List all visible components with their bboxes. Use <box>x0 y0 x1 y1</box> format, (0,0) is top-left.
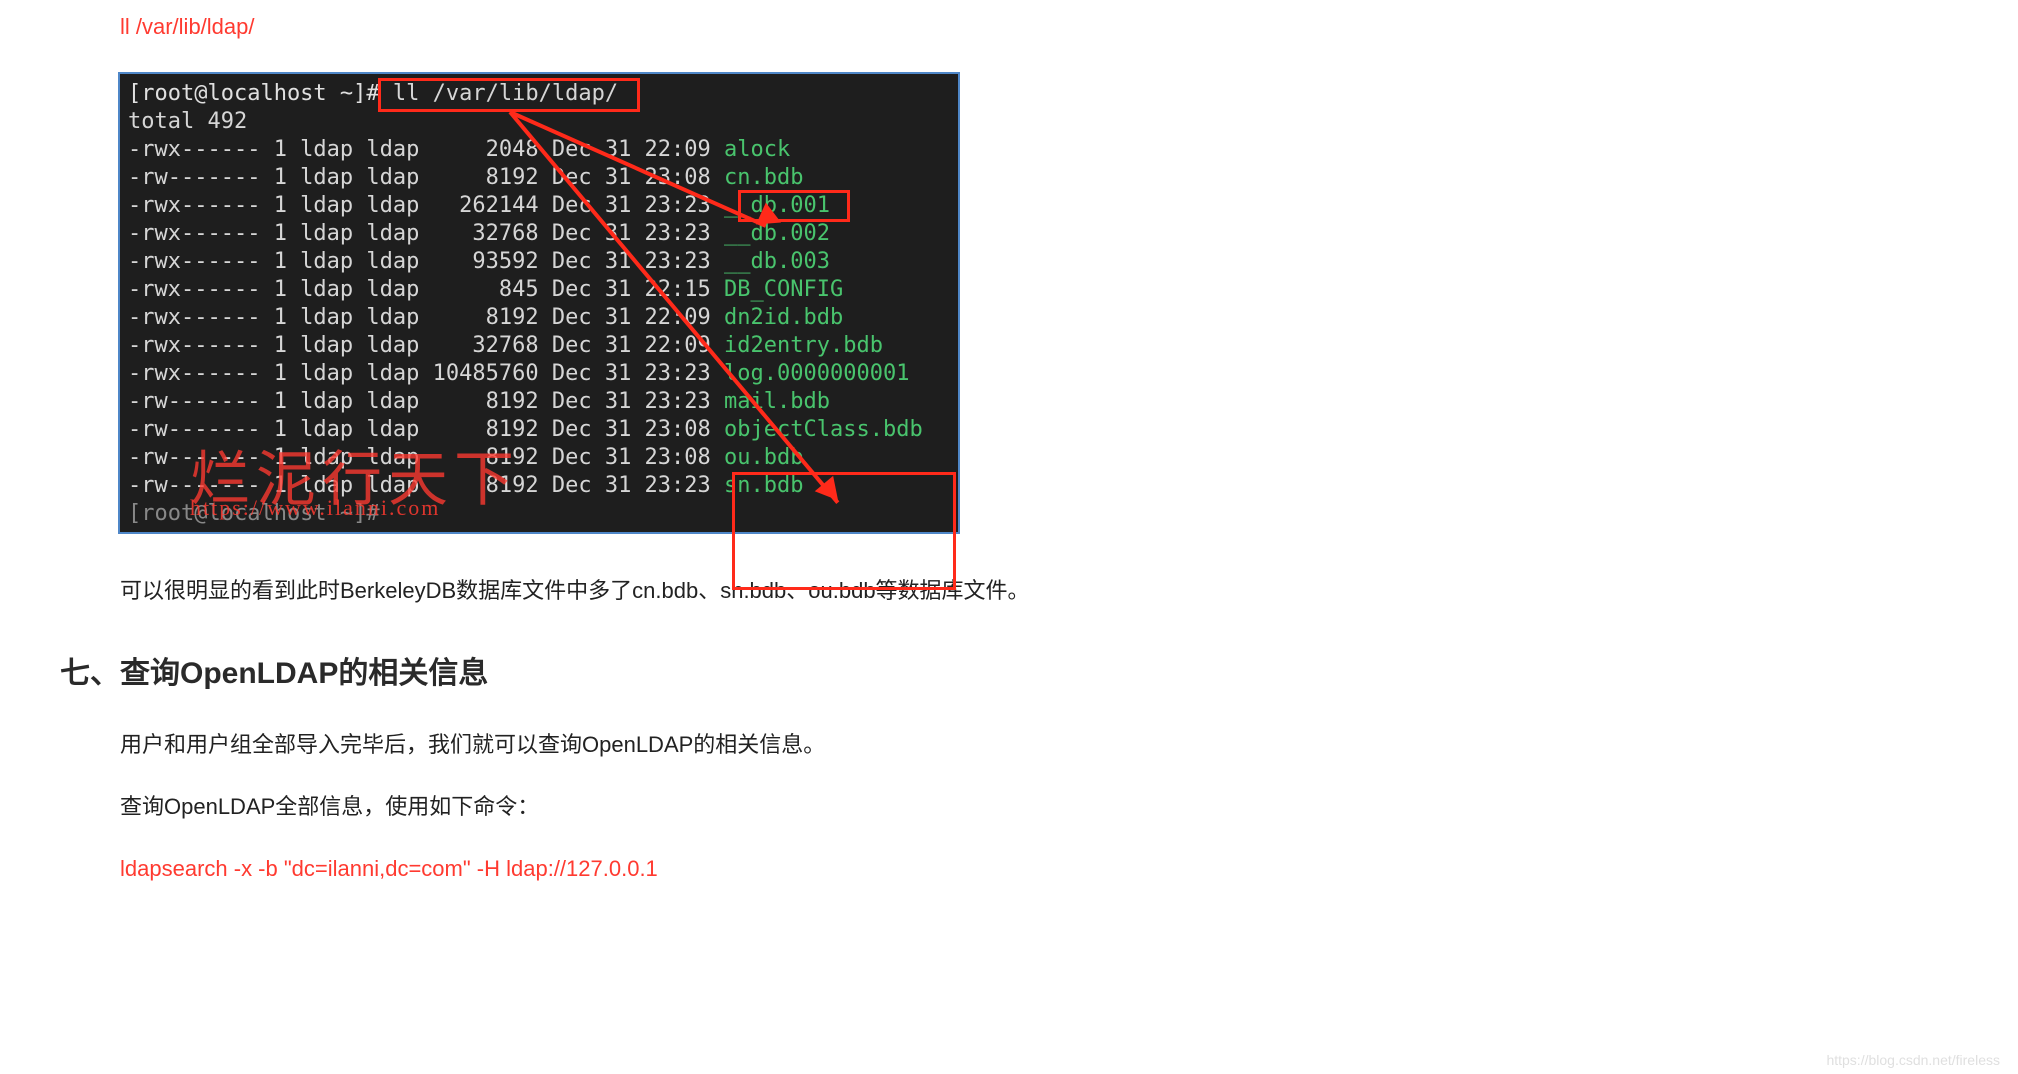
row-filename: ou.bdb <box>724 445 803 470</box>
terminal-prompt-line: [root@localhost ~]# ll /var/lib/ldap/ <box>128 80 950 108</box>
terminal-row: -rwx------ 1 ldap ldap 10485760 Dec 31 2… <box>128 360 950 388</box>
terminal-row: -rwx------ 1 ldap ldap 845 Dec 31 22:15 … <box>128 276 950 304</box>
terminal-row: -rw------- 1 ldap ldap 8192 Dec 31 23:08… <box>128 416 950 444</box>
row-meta: -rwx------ 1 ldap ldap 262144 Dec 31 23:… <box>128 193 724 218</box>
command-text-2: ldapsearch -x -b "dc=ilanni,dc=com" -H l… <box>120 852 2018 886</box>
terminal-prompt: [root@localhost ~]# <box>128 81 393 106</box>
paragraph-bdb-explain: 可以很明显的看到此时BerkeleyDB数据库文件中多了cn.bdb、sn.bd… <box>120 574 2018 608</box>
terminal-row: -rwx------ 1 ldap ldap 8192 Dec 31 22:09… <box>128 304 950 332</box>
row-filename: __db.003 <box>724 249 830 274</box>
row-filename: alock <box>724 137 790 162</box>
command-text-1: ll /var/lib/ldap/ <box>120 10 2018 44</box>
row-meta: -rwx------ 1 ldap ldap 8192 Dec 31 22:09 <box>128 305 724 330</box>
terminal-row: -rwx------ 1 ldap ldap 32768 Dec 31 23:2… <box>128 220 950 248</box>
row-meta: -rw------- 1 ldap ldap 8192 Dec 31 23:08 <box>128 165 724 190</box>
row-meta: -rwx------ 1 ldap ldap 10485760 Dec 31 2… <box>128 361 724 386</box>
row-filename: id2entry.bdb <box>724 333 883 358</box>
row-meta: -rw------- 1 ldap ldap 8192 Dec 31 23:23 <box>128 389 724 414</box>
row-meta: -rwx------ 1 ldap ldap 93592 Dec 31 23:2… <box>128 249 724 274</box>
terminal-cmd: ll /var/lib/ldap/ <box>393 81 618 106</box>
terminal-total-line: total 492 <box>128 108 950 136</box>
row-filename: objectClass.bdb <box>724 417 923 442</box>
row-filename: dn2id.bdb <box>724 305 843 330</box>
terminal-row: -rwx------ 1 ldap ldap 262144 Dec 31 23:… <box>128 192 950 220</box>
row-filename: DB_CONFIG <box>724 277 843 302</box>
row-filename: sn.bdb <box>724 473 803 498</box>
row-filename: log.0000000001 <box>724 361 909 386</box>
row-filename: cn.bdb <box>724 165 803 190</box>
watermark-url: https://www.ilanni.com <box>190 494 520 522</box>
terminal-row: -rw------- 1 ldap ldap 8192 Dec 31 23:08… <box>128 164 950 192</box>
terminal-row: -rwx------ 1 ldap ldap 32768 Dec 31 22:0… <box>128 332 950 360</box>
row-filename: __db.002 <box>724 221 830 246</box>
row-meta: -rwx------ 1 ldap ldap 2048 Dec 31 22:09 <box>128 137 724 162</box>
row-meta: -rwx------ 1 ldap ldap 32768 Dec 31 22:0… <box>128 333 724 358</box>
terminal-row: -rwx------ 1 ldap ldap 2048 Dec 31 22:09… <box>128 136 950 164</box>
row-meta: -rw------- 1 ldap ldap 8192 Dec 31 23:08 <box>128 417 724 442</box>
paragraph-7-2: 查询OpenLDAP全部信息，使用如下命令： <box>120 790 2018 824</box>
image-watermark: 烂泥行天下 https://www.ilanni.com <box>190 466 520 522</box>
row-meta: -rwx------ 1 ldap ldap 32768 Dec 31 23:2… <box>128 221 724 246</box>
row-meta: -rwx------ 1 ldap ldap 845 Dec 31 22:15 <box>128 277 724 302</box>
row-filename: mail.bdb <box>724 389 830 414</box>
heading-section-7: 七、查询OpenLDAP的相关信息 <box>60 648 2018 692</box>
terminal-row: -rwx------ 1 ldap ldap 93592 Dec 31 23:2… <box>128 248 950 276</box>
terminal-screenshot: [root@localhost ~]# ll /var/lib/ldap/ to… <box>118 72 960 534</box>
row-filename: __db.001 <box>724 193 830 218</box>
terminal-body: [root@localhost ~]# ll /var/lib/ldap/ to… <box>120 74 958 532</box>
terminal-listing: -rwx------ 1 ldap ldap 2048 Dec 31 22:09… <box>128 136 950 500</box>
terminal-row: -rw------- 1 ldap ldap 8192 Dec 31 23:23… <box>128 388 950 416</box>
paragraph-7-1: 用户和用户组全部导入完毕后，我们就可以查询OpenLDAP的相关信息。 <box>120 728 2018 762</box>
watermark-cn: 烂泥行天下 <box>190 466 520 494</box>
footer-watermark: https://blog.csdn.net/fireless <box>1826 1052 2000 1068</box>
